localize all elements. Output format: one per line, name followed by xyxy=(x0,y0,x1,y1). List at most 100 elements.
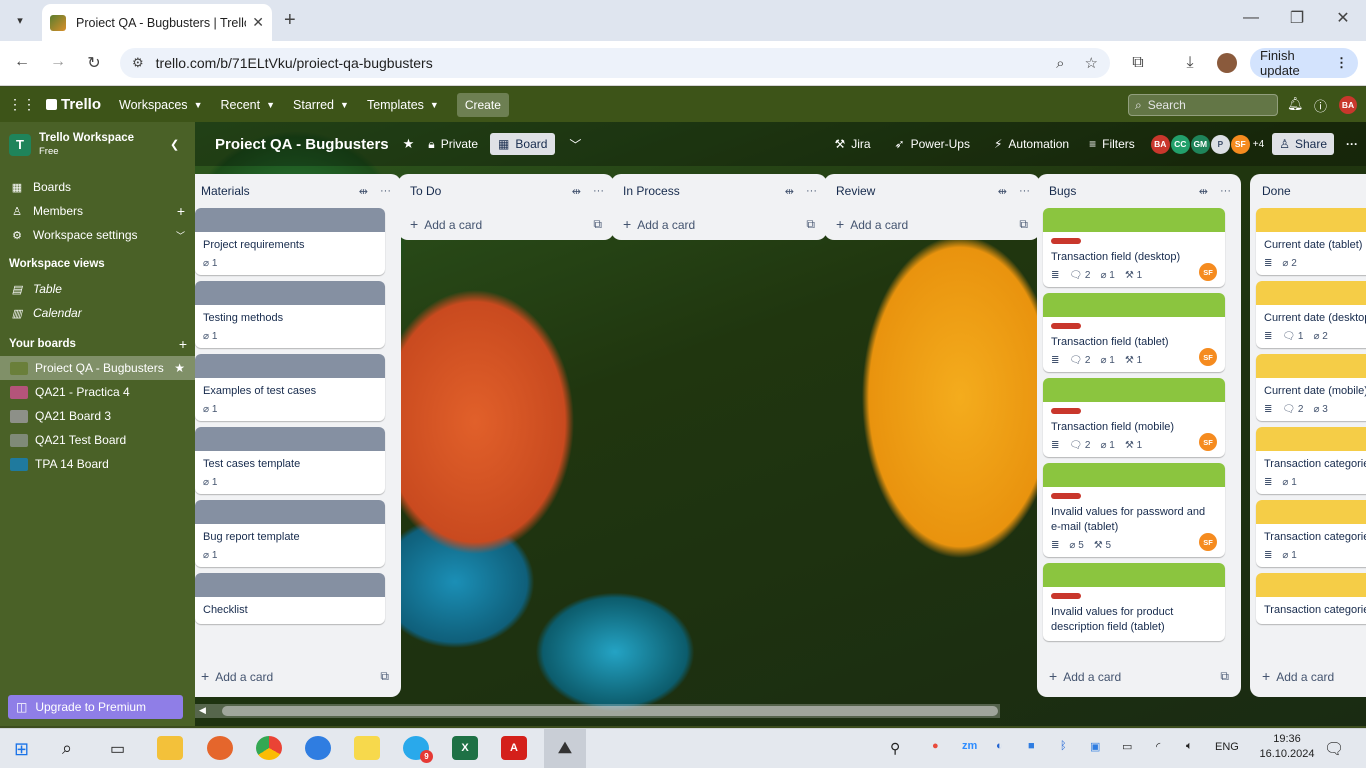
sidebar-board-proiect-qa[interactable]: Proiect QA - Bugbusters ★ xyxy=(0,356,195,380)
filters-button[interactable]: ≡ Filters xyxy=(1089,137,1135,151)
card-template-icon[interactable]: ⧉ xyxy=(1220,669,1229,684)
list-title[interactable]: To Do xyxy=(410,184,441,198)
card-member-avatar[interactable]: SF xyxy=(1199,263,1217,281)
people-icon[interactable]: ⚲ xyxy=(890,740,900,757)
telegram-icon[interactable]: 9 xyxy=(403,736,433,763)
card-member-avatar[interactable]: SF xyxy=(1199,348,1217,366)
sidebar-item-calendar[interactable]: ▥ Calendar xyxy=(0,301,195,325)
card-member-avatar[interactable]: SF xyxy=(1199,533,1217,551)
card-template-icon[interactable]: ⧉ xyxy=(593,217,602,232)
forward-icon[interactable]: → xyxy=(48,53,68,71)
list-title[interactable]: Bugs xyxy=(1049,184,1076,198)
windows-start-icon[interactable]: ⊞ xyxy=(14,739,29,760)
finish-update-button[interactable]: Finish update ⋮ xyxy=(1250,48,1358,78)
card[interactable]: Transaction field (tablet) ≣ 🗨︎ 2 ⌀ 1 ⚒ 1 SF xyxy=(1043,293,1225,372)
card[interactable]: Invalid values for password and e-mail (… xyxy=(1043,463,1225,557)
card-template-icon[interactable]: ⧉ xyxy=(806,217,815,232)
profile-avatar[interactable] xyxy=(1217,53,1237,73)
wifi-icon[interactable]: ◜ xyxy=(1156,740,1160,753)
collapse-list-icon[interactable]: ⇹ xyxy=(359,185,368,198)
browser-shield-icon[interactable] xyxy=(305,736,331,760)
excel-icon[interactable]: X xyxy=(452,736,478,760)
extensions-icon[interactable]: ⧉ xyxy=(1128,54,1148,72)
views-dropdown-icon[interactable]: ﹀ xyxy=(569,136,581,153)
card[interactable]: Test cases template ⌀ 1 xyxy=(195,427,385,494)
close-window-icon[interactable]: ✕ xyxy=(1320,8,1366,28)
starred-menu[interactable]: Starred ▼ xyxy=(293,98,349,112)
chrome-icon[interactable] xyxy=(256,736,282,760)
list-title[interactable]: Review xyxy=(836,184,875,198)
tray-app-icon[interactable]: ● xyxy=(932,740,939,752)
power-ups-button[interactable]: ➶ Power-Ups xyxy=(895,137,970,151)
firefox-icon[interactable] xyxy=(207,736,233,760)
member-avatar[interactable]: GM xyxy=(1190,134,1210,154)
board-menu-icon[interactable]: ··· xyxy=(1346,137,1358,151)
sticky-notes-icon[interactable] xyxy=(354,736,380,760)
tray-app-icon[interactable]: ■ xyxy=(1028,740,1035,752)
card[interactable]: Transaction categories xyxy=(1256,573,1366,624)
tab-search-icon[interactable]: ▾ xyxy=(10,10,30,30)
collapse-list-icon[interactable]: ⇹ xyxy=(998,185,1007,198)
new-tab-icon[interactable]: + xyxy=(284,9,296,32)
sidebar-item-members[interactable]: ♙ Members + xyxy=(0,199,195,223)
list-menu-icon[interactable]: ··· xyxy=(380,185,391,198)
address-bar[interactable]: ⚙ trello.com/b/71ELtVku/proiect-qa-bugbu… xyxy=(120,48,1110,78)
volume-icon[interactable]: 🔈︎ xyxy=(1186,740,1193,753)
taskbar-search-icon[interactable]: ⌕ xyxy=(62,738,72,759)
tray-app-icon[interactable]: ▣ xyxy=(1090,740,1100,753)
list-menu-icon[interactable]: ··· xyxy=(1019,185,1030,198)
board-members[interactable]: BA CC GM P SF +4 xyxy=(1150,134,1264,154)
card-member-avatar[interactable]: SF xyxy=(1199,433,1217,451)
collapse-list-icon[interactable]: ⇹ xyxy=(572,185,581,198)
card[interactable]: Transaction categories ≣ ⌀ 1 xyxy=(1256,427,1366,494)
language-indicator[interactable]: ENG xyxy=(1215,741,1239,753)
file-explorer-icon[interactable] xyxy=(157,736,183,760)
more-members-count[interactable]: +4 xyxy=(1253,139,1264,150)
add-card-row[interactable]: + Add a card ⧉ xyxy=(611,208,827,240)
back-icon[interactable]: ← xyxy=(12,53,32,71)
card[interactable]: Examples of test cases ⌀ 1 xyxy=(195,354,385,421)
sync-tray-icon[interactable]: ◐ xyxy=(996,740,1003,752)
card[interactable]: Transaction field (mobile) ≣ 🗨︎ 2 ⌀ 1 ⚒ 1 SF xyxy=(1043,378,1225,457)
minimize-icon[interactable]: — xyxy=(1228,9,1274,27)
task-view-icon[interactable]: ▭ xyxy=(110,739,125,759)
list-menu-icon[interactable]: ··· xyxy=(593,185,604,198)
card[interactable]: Transaction categories ≣ ⌀ 1 xyxy=(1256,500,1366,567)
sidebar-item-table[interactable]: ▤ Table xyxy=(0,277,195,301)
sidebar-item-boards[interactable]: ▦ Boards xyxy=(0,175,195,199)
zoom-tray-icon[interactable]: zm xyxy=(962,740,977,752)
add-card-row[interactable]: + Add a card ⧉ xyxy=(195,660,401,692)
list-menu-icon[interactable]: ··· xyxy=(806,185,817,198)
add-card-row[interactable]: + Add a card xyxy=(1250,660,1366,692)
download-icon[interactable]: ⤓ xyxy=(1180,54,1200,72)
scrollbar-thumb[interactable] xyxy=(222,706,998,716)
search-input[interactable]: ⌕ Search xyxy=(1128,94,1278,116)
board-title[interactable]: Proiect QA - Bugbusters xyxy=(215,136,389,153)
card[interactable]: Testing methods ⌀ 1 xyxy=(195,281,385,348)
card[interactable]: Checklist xyxy=(195,573,385,624)
restore-icon[interactable]: ❐ xyxy=(1274,8,1320,28)
card[interactable]: Current date (mobile) ≣ 🗨︎ 2 ⌀ 3 xyxy=(1256,354,1366,421)
add-card-row[interactable]: + Add a card ⧉ xyxy=(398,208,614,240)
recent-menu[interactable]: Recent ▼ xyxy=(220,98,275,112)
user-avatar[interactable]: BA xyxy=(1339,96,1357,114)
zoom-icon[interactable]: ⌕ xyxy=(1056,55,1064,72)
tab-close-icon[interactable]: ✕ xyxy=(252,14,264,31)
bookmark-star-icon[interactable]: ☆ xyxy=(1085,54,1098,72)
notification-center-icon[interactable]: 🗨︎ xyxy=(1324,739,1344,759)
trello-logo[interactable]: Trello xyxy=(46,96,101,113)
star-icon[interactable]: ★ xyxy=(174,361,185,375)
add-board-icon[interactable]: + xyxy=(179,336,187,352)
workspace-switcher[interactable]: T Trello Workspace Free xyxy=(9,132,134,157)
help-icon[interactable]: ⓘ xyxy=(1314,96,1327,115)
collapse-list-icon[interactable]: ⇹ xyxy=(785,185,794,198)
reload-icon[interactable]: ↻ xyxy=(84,53,104,73)
card-template-icon[interactable]: ⧉ xyxy=(380,669,389,684)
list-title[interactable]: Materials xyxy=(201,184,250,198)
collapse-sidebar-icon[interactable]: ❮ xyxy=(170,138,179,151)
bluetooth-icon[interactable]: ᛒ xyxy=(1060,740,1067,752)
card[interactable]: Project requirements ⌀ 1 xyxy=(195,208,385,275)
url-text[interactable]: trello.com/b/71ELtVku/proiect-qa-bugbust… xyxy=(156,55,1056,71)
sidebar-board-qa21-board-3[interactable]: QA21 Board 3 xyxy=(0,404,195,428)
member-avatar[interactable]: P xyxy=(1210,134,1230,154)
